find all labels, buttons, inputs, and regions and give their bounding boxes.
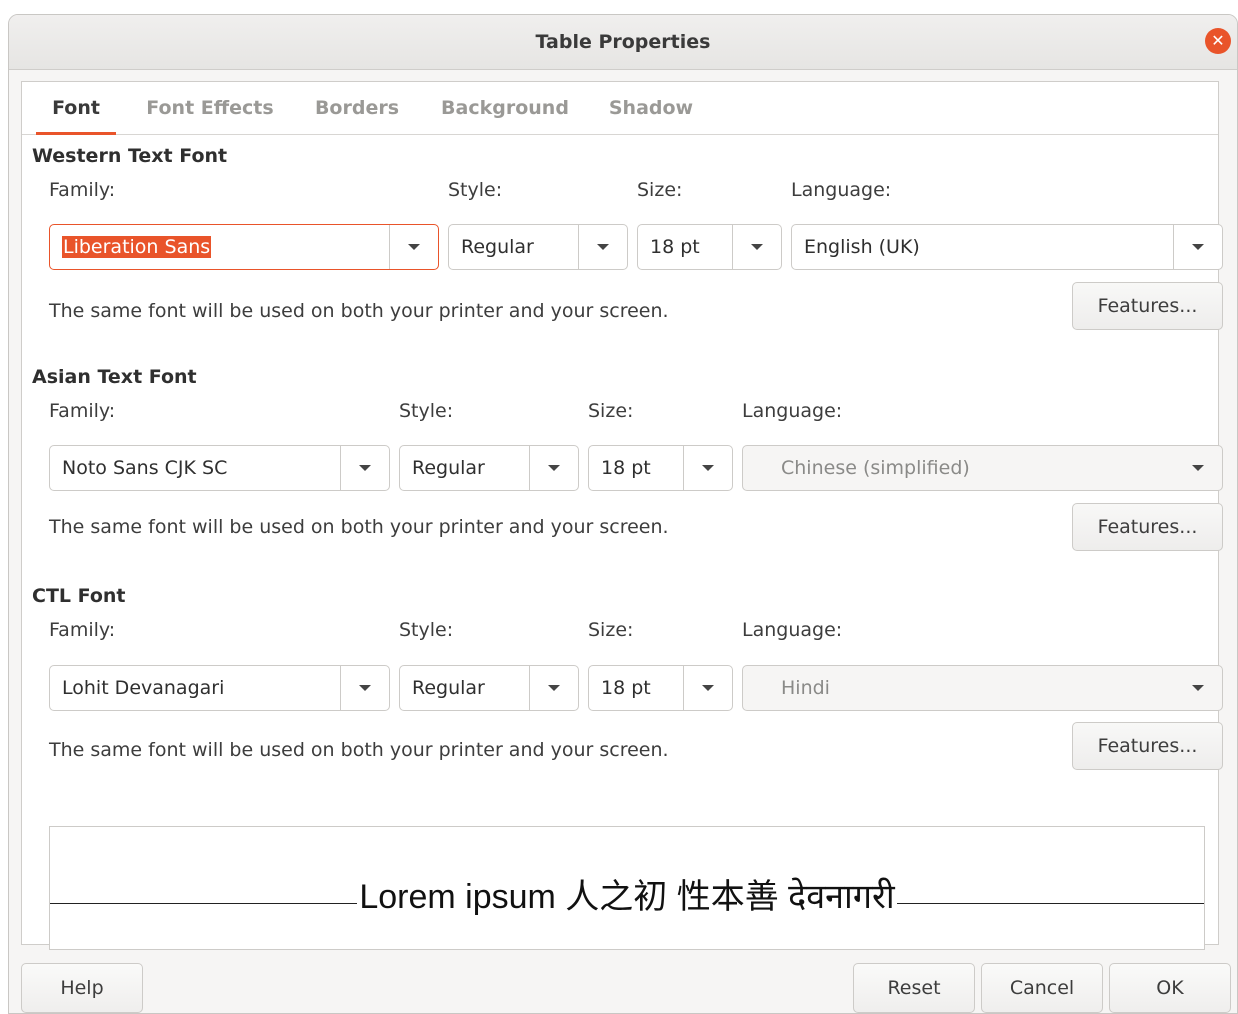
chevron-down-icon [359,465,371,471]
western-language-combo[interactable]: English (UK) [791,224,1223,270]
table-properties-dialog: Table Properties ✕ Font Font Effects Bor… [8,14,1238,1014]
ctl-language-value: Hindi [781,677,830,699]
asian-size-value: 18 pt [601,457,651,479]
chevron-down-icon [359,685,371,691]
asian-section-title: Asian Text Font [32,366,197,388]
chevron-down-icon [408,244,420,250]
asian-family-label: Family: [49,400,116,422]
western-size-dropdown[interactable] [732,225,781,269]
dialog-title: Table Properties [535,31,711,53]
asian-language-combo[interactable]: Chinese (simplified) [742,445,1223,491]
ctl-family-dropdown[interactable] [340,666,389,710]
ctl-size-combo[interactable]: 18 pt [588,665,733,711]
close-button[interactable]: ✕ [1205,28,1231,54]
preview-text: Lorem ipsum 人之初 性本善 देवनागरी [357,878,897,916]
western-size-label: Size: [637,179,683,201]
asian-style-combo[interactable]: Regular [399,445,579,491]
western-info-text: The same font will be used on both your … [49,300,669,322]
ctl-size-value: 18 pt [601,677,651,699]
western-section-title: Western Text Font [32,145,228,167]
ctl-section-title: CTL Font [32,585,126,607]
tab-font-effects[interactable]: Font Effects [140,82,280,134]
asian-style-value: Regular [412,457,485,479]
asian-size-dropdown[interactable] [683,446,732,490]
ctl-language-label: Language: [742,619,843,641]
ctl-family-combo[interactable]: Lohit Devanagari [49,665,390,711]
cancel-button[interactable]: Cancel [981,963,1103,1013]
chevron-down-icon [597,244,609,250]
tab-panel: Font Font Effects Borders Background Sha… [21,81,1223,950]
asian-style-dropdown[interactable] [529,446,578,490]
ctl-size-dropdown[interactable] [683,666,732,710]
western-features-button[interactable]: Features... [1072,282,1223,330]
chevron-down-icon [1192,465,1204,471]
chevron-down-icon [548,465,560,471]
asian-style-label: Style: [399,400,454,422]
western-family-combo[interactable]: Liberation Sans [49,224,439,270]
chevron-down-icon [1192,685,1204,691]
western-family-dropdown[interactable] [389,225,438,269]
western-size-combo[interactable]: 18 pt [637,224,782,270]
asian-language-dropdown[interactable] [1174,446,1222,490]
western-language-label: Language: [791,179,892,201]
western-language-dropdown[interactable] [1173,225,1222,269]
tab-bar: Font Font Effects Borders Background Sha… [22,82,1218,135]
western-style-value: Regular [461,236,534,258]
western-family-input[interactable]: Liberation Sans [62,236,212,258]
ctl-style-combo[interactable]: Regular [399,665,579,711]
chevron-down-icon [751,244,763,250]
tab-background[interactable]: Background [438,82,572,134]
font-preview: Lorem ipsum 人之初 性本善 देवनागरी [49,826,1205,950]
asian-family-dropdown[interactable] [340,446,389,490]
close-icon: ✕ [1211,31,1225,50]
asian-size-label: Size: [588,400,634,422]
ctl-family-input[interactable]: Lohit Devanagari [62,677,224,699]
asian-family-input[interactable]: Noto Sans CJK SC [62,457,227,479]
asian-language-value: Chinese (simplified) [781,457,970,479]
ctl-style-value: Regular [412,677,485,699]
help-button[interactable]: Help [21,963,143,1013]
chevron-down-icon [548,685,560,691]
ok-button[interactable]: OK [1109,963,1231,1013]
ctl-style-dropdown[interactable] [529,666,578,710]
chevron-down-icon [702,465,714,471]
reset-button[interactable]: Reset [853,963,975,1013]
asian-family-combo[interactable]: Noto Sans CJK SC [49,445,390,491]
title-bar: Table Properties ✕ [9,15,1237,70]
western-style-dropdown[interactable] [578,225,627,269]
western-language-value: English (UK) [804,236,920,258]
asian-language-label: Language: [742,400,843,422]
tab-font[interactable]: Font [36,82,116,135]
ctl-style-label: Style: [399,619,454,641]
ctl-language-combo[interactable]: Hindi [742,665,1223,711]
asian-features-button[interactable]: Features... [1072,503,1223,551]
ctl-language-dropdown[interactable] [1174,666,1222,710]
chevron-down-icon [702,685,714,691]
asian-info-text: The same font will be used on both your … [49,516,669,538]
chevron-down-icon [1192,244,1204,250]
western-family-label: Family: [49,179,116,201]
western-style-combo[interactable]: Regular [448,224,628,270]
tab-shadow[interactable]: Shadow [604,82,698,134]
asian-size-combo[interactable]: 18 pt [588,445,733,491]
ctl-size-label: Size: [588,619,634,641]
western-size-value: 18 pt [650,236,700,258]
tab-borders[interactable]: Borders [310,82,404,134]
ctl-family-label: Family: [49,619,116,641]
ctl-info-text: The same font will be used on both your … [49,739,669,761]
western-style-label: Style: [448,179,503,201]
ctl-features-button[interactable]: Features... [1072,722,1223,770]
